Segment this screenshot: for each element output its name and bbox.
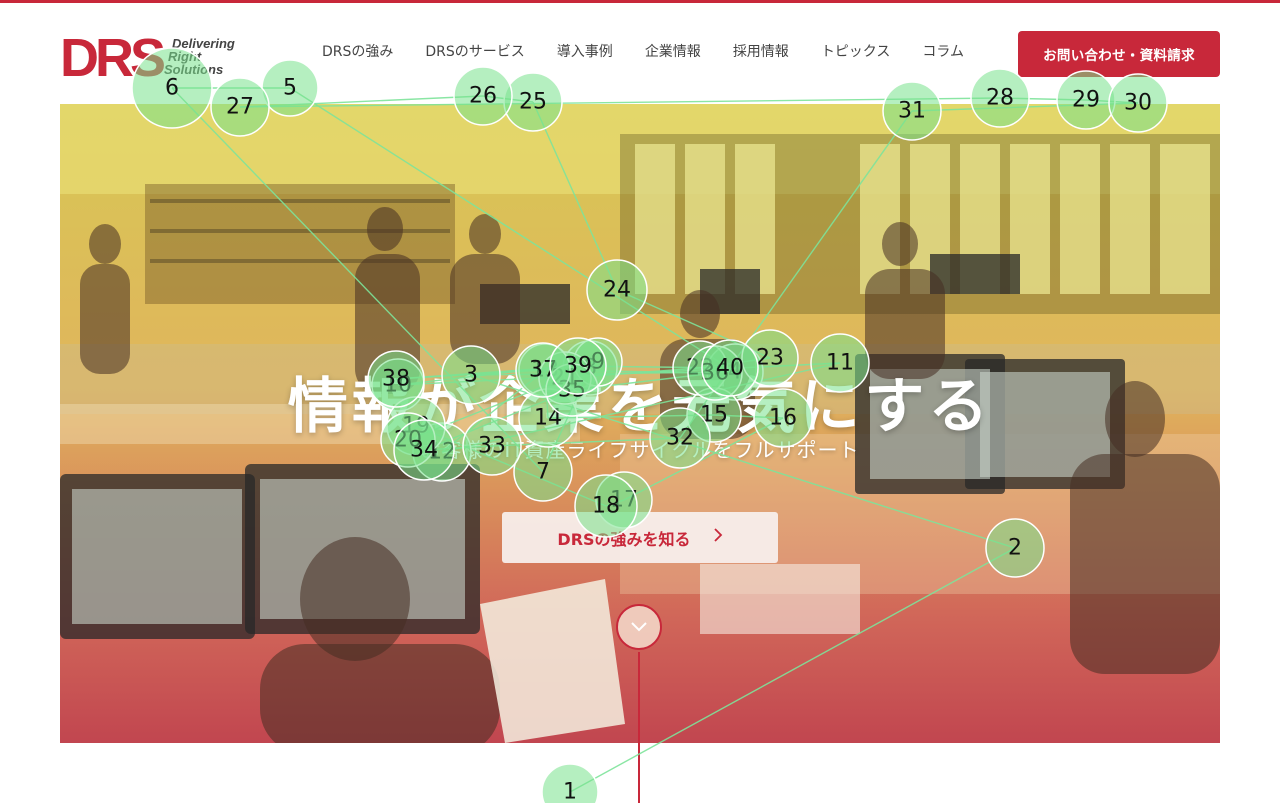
chevron-right-icon — [713, 527, 723, 548]
nav-item-column[interactable]: コラム — [922, 42, 964, 62]
scroll-down-button[interactable] — [616, 604, 662, 650]
gaze-fixation-number: 1 — [563, 780, 577, 803]
nav-item-topics[interactable]: トピックス — [821, 42, 891, 62]
chevron-down-icon — [630, 618, 648, 637]
gaze-saccade-line — [999, 97, 1087, 101]
scroll-indicator-line — [638, 652, 640, 803]
hero-subtitle: お客様のIT資産ライフサイクルをフルサポート — [420, 438, 860, 462]
gaze-fixation-1: 1 — [541, 763, 599, 803]
learn-strengths-label: DRSの強みを知る — [557, 529, 691, 549]
gaze-saccade-line — [1085, 99, 1139, 104]
nav-item-recruit[interactable]: 採用情報 — [733, 42, 789, 62]
nav-item-case-studies[interactable]: 導入事例 — [557, 42, 613, 62]
nav-item-strengths[interactable]: DRSの強み — [322, 42, 393, 62]
logo-mark: DRS — [60, 30, 164, 80]
main-nav: DRSの強み DRSのサービス 導入事例 企業情報 採用情報 トピックス コラム — [306, 42, 980, 62]
top-accent-bar — [0, 0, 1280, 3]
gaze-fixation-circle — [541, 763, 599, 803]
contact-request-button[interactable]: お問い合わせ・資料請求 — [1018, 31, 1220, 77]
drs-logo[interactable]: DRS Delivering Right Solutions — [60, 30, 245, 80]
learn-strengths-button[interactable]: DRSの強みを知る — [502, 512, 778, 563]
gaze-fixation-number: 5 — [283, 76, 297, 101]
hero-title: 情報が企業を元気にする — [287, 372, 993, 442]
gaze-saccade-line — [482, 95, 534, 103]
nav-item-services[interactable]: DRSのサービス — [425, 42, 524, 62]
nav-item-company[interactable]: 企業情報 — [645, 42, 701, 62]
logo-tagline-line-3: Solutions — [164, 62, 223, 77]
